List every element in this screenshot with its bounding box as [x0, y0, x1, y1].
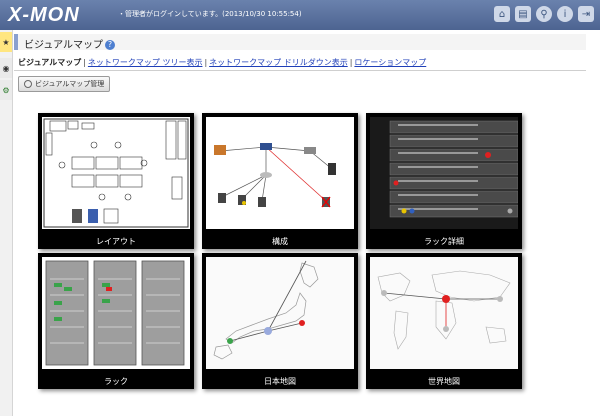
search-icon[interactable]: ⚲ — [536, 6, 552, 22]
document-icon[interactable]: ▤ — [515, 6, 531, 22]
title-accent — [14, 34, 18, 50]
page-title: ビジュアルマップ — [24, 40, 103, 51]
nav-link-location[interactable]: ロケーションマップ — [354, 58, 426, 67]
help-icon[interactable]: ? — [105, 40, 115, 50]
divider — [14, 70, 586, 71]
eye-icon[interactable]: ◉ — [0, 58, 12, 78]
nav-link-drilldown[interactable]: ネットワークマップ ドリルダウン表示 — [209, 58, 348, 67]
map-card-rack-detail[interactable]: ラック詳細 — [366, 113, 522, 249]
app-header: X-MON ・管理者がログインしています。(2013/10/30 10:55:5… — [0, 0, 600, 30]
gear-icon[interactable]: ⚙ — [0, 80, 12, 100]
card-label: ラック詳細 — [424, 237, 464, 246]
card-label: レイアウト — [96, 237, 136, 246]
rack-thumbnail — [42, 257, 190, 369]
header-toolbar: ⌂ ▤ ⚲ i ⇥ — [494, 6, 594, 22]
map-card-layout[interactable]: レイアウト — [38, 113, 194, 249]
app-logo: X-MON — [8, 4, 80, 26]
map-card-configuration[interactable]: 構成 — [202, 113, 358, 249]
japan-map-thumbnail — [206, 257, 354, 369]
card-label: 世界地図 — [428, 377, 460, 386]
world-map-thumbnail — [370, 257, 518, 369]
card-label: 日本地図 — [264, 377, 296, 386]
nav-link-tree[interactable]: ネットワークマップ ツリー表示 — [88, 58, 203, 67]
view-nav: ビジュアルマップ | ネットワークマップ ツリー表示 | ネットワークマップ ドリルダウ… — [18, 58, 427, 67]
star-icon[interactable]: ★ — [0, 32, 12, 52]
rack-detail-thumbnail — [370, 117, 518, 229]
map-card-world-map[interactable]: 世界地図 — [366, 253, 522, 389]
nav-current: ビジュアルマップ — [18, 58, 82, 67]
map-card-japan-map[interactable]: 日本地図 — [202, 253, 358, 389]
gear-icon — [24, 80, 32, 88]
card-label: 構成 — [272, 237, 288, 246]
info-icon[interactable]: i — [557, 6, 573, 22]
manage-visual-map-button[interactable]: ビジュアルマップ管理 — [18, 76, 111, 92]
card-label: ラック — [104, 377, 128, 386]
layout-thumbnail — [42, 117, 190, 229]
manage-button-label: ビジュアルマップ管理 — [35, 80, 105, 88]
logout-icon[interactable]: ⇥ — [578, 6, 594, 22]
page-title-bar: ビジュアルマップ? — [14, 34, 586, 51]
map-card-rack[interactable]: ラック — [38, 253, 194, 389]
home-icon[interactable]: ⌂ — [494, 6, 510, 22]
configuration-thumbnail — [206, 117, 354, 229]
sidebar-tabs: ★ ◉ ⚙ — [0, 30, 13, 416]
login-status: ・管理者がログインしています。(2013/10/30 10:55:54) — [118, 10, 302, 18]
